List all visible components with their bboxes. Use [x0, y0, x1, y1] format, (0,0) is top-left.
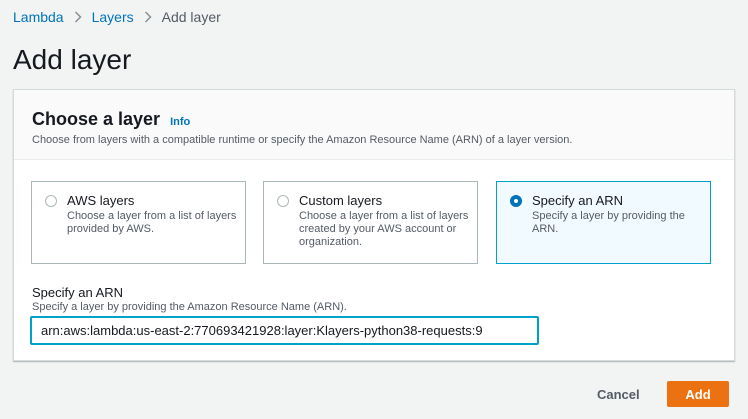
panel-description: Choose from layers with a compatible run…	[32, 134, 573, 146]
chevron-right-icon	[144, 11, 152, 23]
panel-title: Choose a layer	[32, 109, 161, 129]
breadcrumb-lambda-link[interactable]: Lambda	[13, 9, 64, 25]
cancel-button[interactable]: Cancel	[583, 381, 654, 407]
radio-button-selected-icon[interactable]	[510, 195, 522, 207]
arn-input[interactable]	[31, 317, 538, 344]
option-title: AWS layers	[67, 193, 135, 208]
panel-title-row: Choose a layer Info	[32, 109, 190, 130]
breadcrumb-layers-link[interactable]: Layers	[92, 9, 134, 25]
choose-layer-panel: Choose a layer Info Choose from layers w…	[13, 89, 735, 361]
radio-button-icon[interactable]	[45, 195, 57, 207]
option-description: Choose a layer from a list of layers pro…	[67, 210, 237, 235]
aws-layers-option[interactable]: AWS layers Choose a layer from a list of…	[31, 181, 246, 264]
info-link[interactable]: Info	[170, 116, 190, 128]
breadcrumb: Lambda Layers Add layer	[13, 8, 221, 26]
arn-field-label: Specify an ARN	[32, 285, 124, 300]
panel-header: Choose a layer Info Choose from layers w…	[14, 90, 734, 160]
arn-field-description: Specify a layer by providing the Amazon …	[32, 301, 347, 313]
option-title: Specify an ARN	[532, 193, 624, 208]
option-title: Custom layers	[299, 193, 383, 208]
custom-layers-option[interactable]: Custom layers Choose a layer from a list…	[263, 181, 478, 264]
option-description: Choose a layer from a list of layers cre…	[299, 210, 469, 248]
radio-button-icon[interactable]	[277, 195, 289, 207]
breadcrumb-current: Add layer	[161, 9, 221, 25]
option-description: Specify a layer by providing the ARN.	[532, 210, 685, 235]
page-title: Add layer	[13, 44, 132, 75]
specify-arn-option[interactable]: Specify an ARN Specify a layer by provid…	[496, 181, 711, 264]
chevron-right-icon	[74, 11, 82, 23]
add-button[interactable]: Add	[667, 381, 729, 407]
